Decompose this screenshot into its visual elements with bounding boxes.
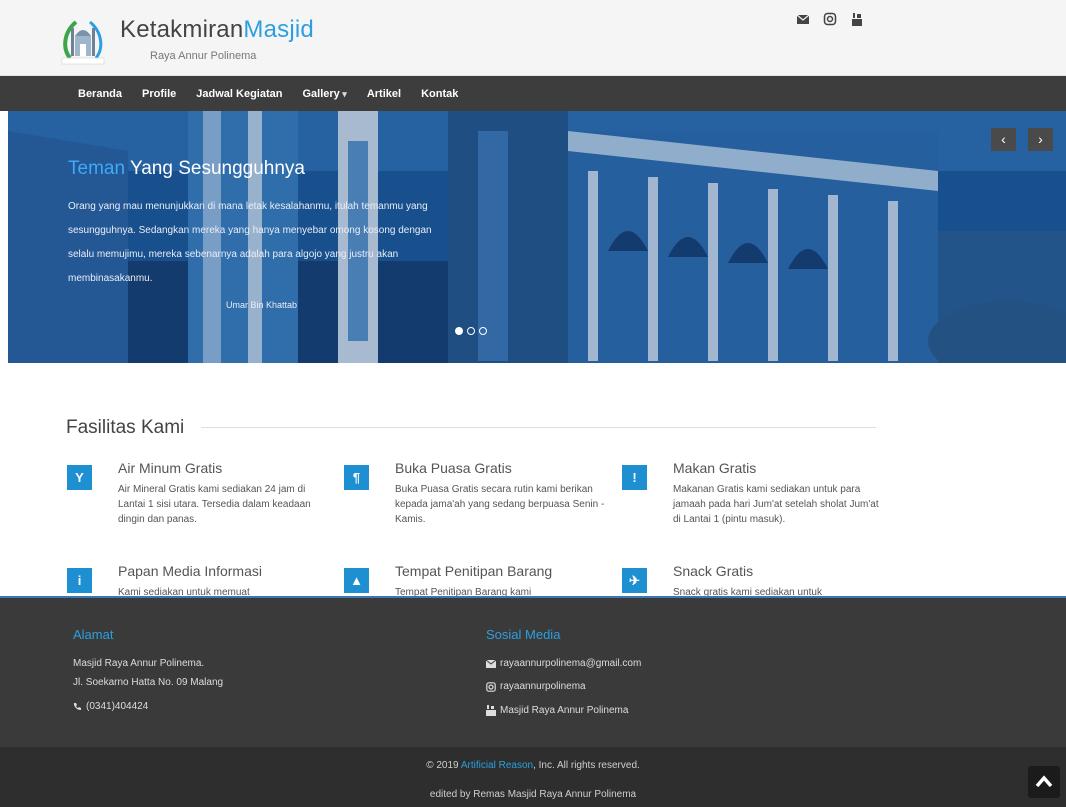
facility-title: Snack Gratis xyxy=(673,563,754,579)
phone-icon xyxy=(74,703,81,710)
hero-title-rest: Yang Sesungguhnya xyxy=(125,158,305,179)
footer-phone: (0341)404424 xyxy=(73,701,148,712)
copyright-bar: © 2019 Artificial Reason, Inc. All right… xyxy=(0,747,1066,807)
back-to-top-button[interactable] xyxy=(1028,766,1060,798)
copyright-link[interactable]: Artificial Reason xyxy=(461,760,533,771)
slider-dot[interactable] xyxy=(479,327,487,335)
glass-icon: Y xyxy=(67,465,92,490)
facility-description: Makanan Gratis kami sediakan untuk para … xyxy=(673,484,879,525)
site-footer: Alamat Masjid Raya Annur Polinema. Jl. S… xyxy=(0,596,1066,747)
footer-email-text: rayaannurpolinema@gmail.com xyxy=(500,658,642,669)
hero-quote: Orang yang mau menunjukkan di mana letak… xyxy=(68,201,432,284)
facility-title: Air Minum Gratis xyxy=(118,460,223,476)
envelope-icon xyxy=(486,659,496,668)
paper-plane-icon: ✈ xyxy=(622,568,647,593)
footer-instagram[interactable]: rayaannurpolinema xyxy=(486,681,586,692)
site-title-accent: Masjid xyxy=(243,16,314,43)
edited-by-text: edited by Remas Masjid Raya Annur Poline… xyxy=(429,789,637,800)
footer-address-heading: Alamat xyxy=(73,627,114,642)
mosque-logo-icon[interactable] xyxy=(60,14,106,66)
cutlery-icon: ¶ xyxy=(344,465,369,490)
nav-item-kontak[interactable]: Kontak xyxy=(421,88,458,100)
youtube-icon[interactable] xyxy=(850,12,864,26)
facility-description: Air Mineral Gratis kami sediakan 24 jam … xyxy=(118,484,311,525)
footer-phone-number: (0341)404424 xyxy=(86,701,149,712)
copyright-prefix: © 2019 xyxy=(426,760,461,771)
lock-icon: ▲ xyxy=(344,568,369,593)
site-title[interactable]: KetakmiranMasjid xyxy=(120,16,314,44)
facility-title: Makan Gratis xyxy=(673,460,757,476)
copyright-text: © 2019 Artificial Reason, Inc. All right… xyxy=(0,760,1066,771)
footer-email[interactable]: rayaannurpolinema@gmail.com xyxy=(486,658,641,669)
facility-title: Buka Puasa Gratis xyxy=(395,460,512,476)
footer-youtube[interactable]: Masjid Raya Annur Polinema xyxy=(486,705,628,716)
site-title-dark: Ketakmiran xyxy=(120,16,244,43)
info-icon: i xyxy=(67,568,92,593)
facility-description: Snack gratis kami sediakan untuk xyxy=(673,587,822,596)
facility-description: Kami sediakan untuk memuat xyxy=(118,587,250,596)
facility-title: Papan Media Informasi xyxy=(118,563,262,579)
main-nav: Beranda Profile Jadwal Kegiatan Gallery … xyxy=(0,76,1066,111)
copyright-suffix: , Inc. All rights reserved. xyxy=(533,760,640,771)
instagram-icon[interactable] xyxy=(823,12,837,26)
facilities-grid: Y Air Minum Gratis Air Mineral Gratis ka… xyxy=(0,360,1066,596)
footer-address-line: Jl. Soekarno Hatta No. 09 Malang xyxy=(73,677,224,688)
slider-prev-button[interactable]: ‹ xyxy=(991,128,1016,151)
hero-author: Umar Bin Khattab xyxy=(226,300,298,310)
hero-title-accent: Teman xyxy=(68,158,126,179)
hero-title: Teman Yang Sesungguhnya xyxy=(68,158,305,180)
facility-description: Buka Puasa Gratis secara rutin kami beri… xyxy=(395,484,605,525)
site-subtitle: Raya Annur Polinema xyxy=(150,50,257,62)
slider-indicators xyxy=(455,327,487,335)
nav-item-gallery-dropdown[interactable]: Gallery xyxy=(302,88,346,100)
facility-title: Tempat Penitipan Barang xyxy=(395,563,553,579)
nav-item-profile[interactable]: Profile xyxy=(142,88,176,100)
chevron-up-icon xyxy=(1035,775,1053,788)
header-social-links xyxy=(796,12,864,26)
exclamation-icon: ! xyxy=(622,465,647,490)
hero-slider: Teman Yang Sesungguhnya Orang yang mau m… xyxy=(8,111,1066,363)
facility-description: Tempat Penitipan Barang kami xyxy=(395,587,532,596)
nav-item-jadwal-kegiatan[interactable]: Jadwal Kegiatan xyxy=(196,88,282,100)
site-header: KetakmiranMasjid Raya Annur Polinema xyxy=(0,0,1066,76)
envelope-icon[interactable] xyxy=(796,12,810,26)
footer-social-heading: Sosial Media xyxy=(486,627,561,642)
slider-dot[interactable] xyxy=(455,327,463,335)
nav-item-beranda[interactable]: Beranda xyxy=(78,88,122,100)
footer-instagram-text: rayaannurpolinema xyxy=(500,681,586,692)
youtube-icon xyxy=(486,705,496,716)
footer-youtube-text: Masjid Raya Annur Polinema xyxy=(500,705,629,716)
slider-next-button[interactable]: › xyxy=(1028,128,1053,151)
footer-address-line: Masjid Raya Annur Polinema. xyxy=(73,658,205,669)
instagram-icon xyxy=(486,681,496,692)
slider-dot[interactable] xyxy=(467,327,475,335)
nav-item-artikel[interactable]: Artikel xyxy=(367,88,401,100)
